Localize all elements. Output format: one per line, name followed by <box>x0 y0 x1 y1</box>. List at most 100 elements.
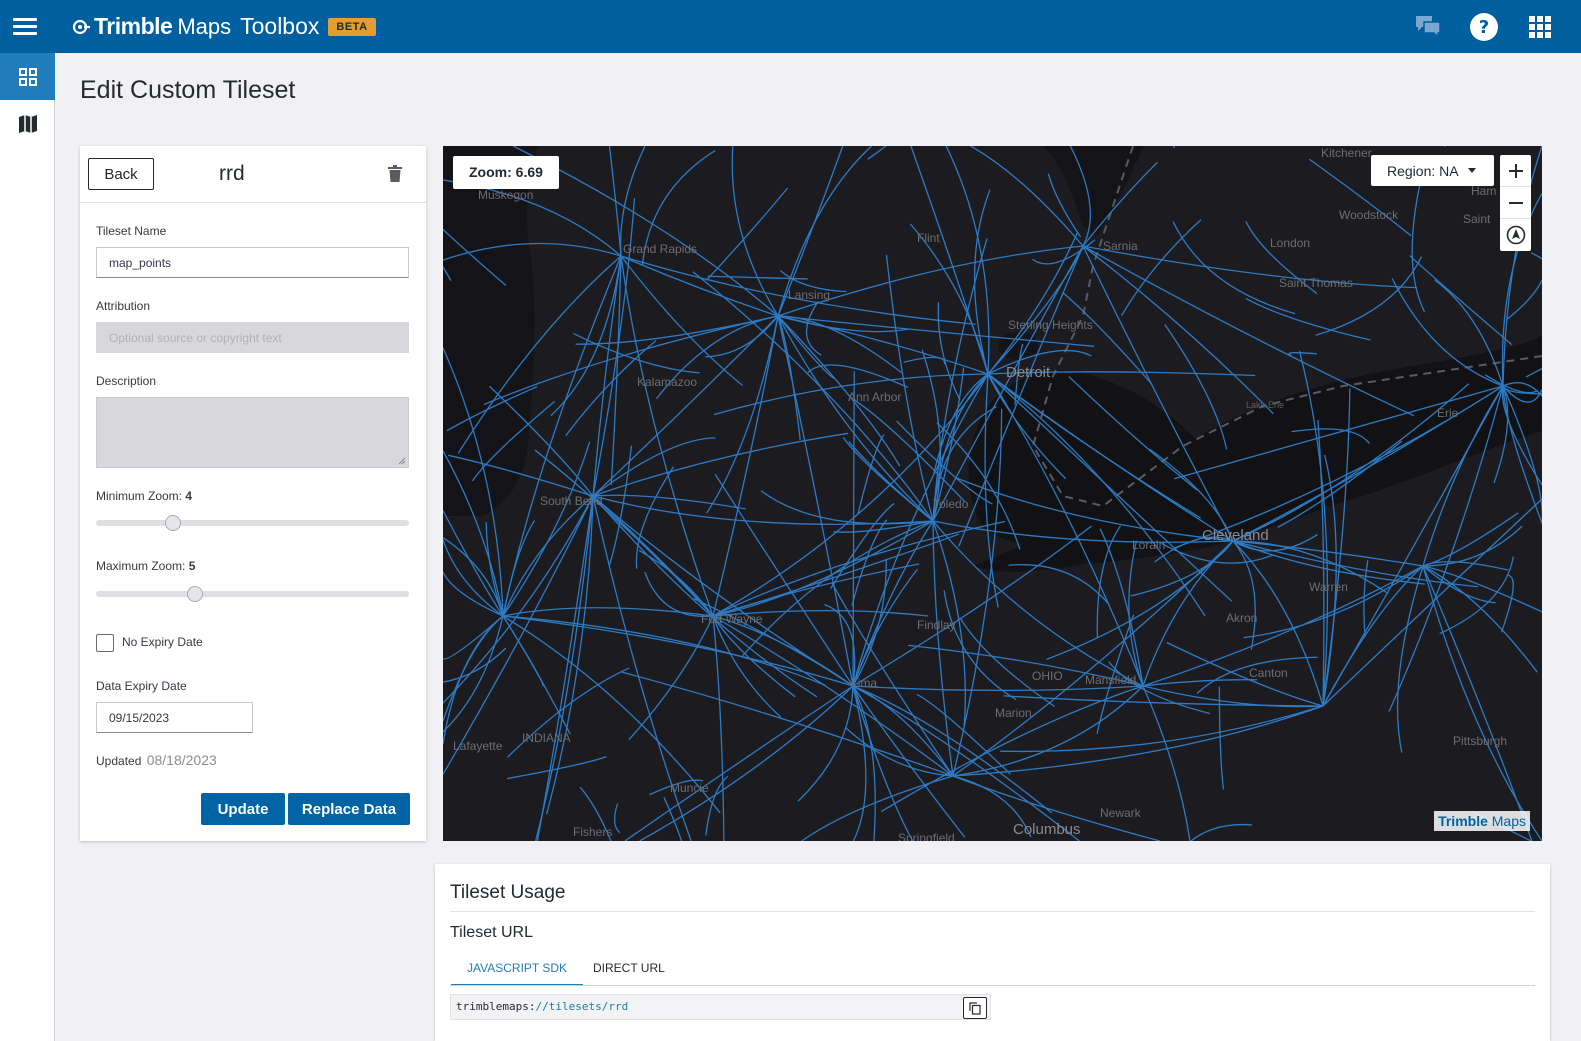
road-line <box>1173 146 1175 149</box>
place-label: Pittsburgh <box>1453 734 1508 748</box>
road-line <box>1232 540 1424 567</box>
road-line <box>620 255 743 386</box>
tileset-name-label: Tileset Name <box>96 224 167 238</box>
brand-logo: Trimble Maps Toolbox BETA <box>71 13 376 40</box>
map-zoom-controls <box>1500 155 1531 251</box>
road-line <box>502 615 826 686</box>
road-line <box>712 615 854 687</box>
min-zoom-value: 4 <box>185 489 193 503</box>
road-line <box>705 315 779 358</box>
road-line <box>742 520 934 656</box>
place-label: OHIO <box>1032 669 1063 683</box>
map-canvas[interactable] <box>443 146 1542 841</box>
min-zoom-slider-thumb[interactable] <box>165 515 181 531</box>
description-textarea[interactable] <box>96 397 409 468</box>
road-line <box>1396 565 1424 753</box>
chevron-down-icon <box>1467 168 1476 173</box>
road-line <box>973 189 991 375</box>
min-zoom-slider[interactable] <box>96 515 409 531</box>
max-zoom-slider-thumb[interactable] <box>187 586 203 602</box>
replace-data-button[interactable]: Replace Data <box>288 793 410 825</box>
road-line <box>619 146 646 257</box>
plus-icon <box>1508 163 1523 178</box>
road-line <box>705 775 729 836</box>
zoom-level-indicator: Zoom: 6.69 <box>453 156 559 189</box>
place-label: INDIANA <box>522 731 571 745</box>
chat-icon[interactable] <box>1413 12 1443 42</box>
place-label: Canton <box>1249 666 1288 680</box>
back-button[interactable]: Back <box>88 158 154 190</box>
road-line <box>945 146 990 375</box>
place-label: Columbus <box>1013 821 1081 838</box>
place-label: Erie <box>1437 406 1459 420</box>
updated-label: Updated <box>96 754 142 768</box>
region-dropdown[interactable]: Region: NA <box>1371 155 1494 186</box>
map-logo-trimble: Trimble <box>1438 813 1488 829</box>
place-label: Newark <box>1100 806 1141 820</box>
road-line <box>443 615 504 722</box>
road-line <box>1232 540 1256 650</box>
road-line <box>705 187 789 281</box>
menu-icon[interactable] <box>13 14 37 39</box>
zoom-in-button[interactable] <box>1500 155 1531 187</box>
place-label: Lorain <box>1132 538 1166 552</box>
tab-direct-url[interactable]: DIRECT URL <box>593 961 665 986</box>
tileset-usage-panel: Tileset Usage Tileset URL JAVASCRIPT SDK… <box>435 864 1550 1041</box>
side-rail <box>0 53 55 1041</box>
road-line <box>1218 686 1225 790</box>
road-line <box>777 315 854 687</box>
update-button[interactable]: Update <box>201 793 285 825</box>
place-label: Findlay <box>917 618 956 632</box>
form-header: Back rrd <box>80 146 426 203</box>
reset-bearing-button[interactable] <box>1500 219 1531 251</box>
trimble-logo-icon <box>72 19 90 34</box>
road-line <box>1128 540 1144 687</box>
road-line <box>1142 685 1191 841</box>
sidebar-item-maps[interactable] <box>0 100 55 147</box>
road-line <box>639 685 854 841</box>
usage-subtitle: Tileset URL <box>450 924 533 941</box>
resize-grip-icon[interactable] <box>398 457 406 465</box>
brand-maps-text: Maps <box>177 13 232 39</box>
map-view[interactable]: Kitchener Muskegon Grand Rapids Flint Sa… <box>443 146 1542 841</box>
place-label: Warren <box>1309 580 1348 594</box>
road-line <box>777 315 902 374</box>
tab-javascript-sdk[interactable]: JAVASCRIPT SDK <box>451 961 584 986</box>
help-icon[interactable]: ? <box>1469 12 1499 42</box>
road-line <box>635 466 675 569</box>
copy-button[interactable] <box>963 997 987 1019</box>
max-zoom-slider[interactable] <box>96 586 409 602</box>
place-label: Akron <box>1226 611 1258 625</box>
place-label: Toledo <box>933 497 969 511</box>
expiry-date-input[interactable]: 09/15/2023 <box>96 702 253 733</box>
no-expiry-checkbox[interactable] <box>96 634 114 652</box>
zoom-out-button[interactable] <box>1500 187 1531 219</box>
trash-icon[interactable] <box>388 165 402 182</box>
tileset-title: rrd <box>219 162 245 185</box>
road-line <box>797 685 854 802</box>
attribution-input[interactable]: Optional source or copyright text <box>96 322 409 353</box>
road-line <box>1000 705 1324 753</box>
place-label: Sarnia <box>1103 239 1138 253</box>
road-line <box>536 495 594 841</box>
place-label: Lima <box>851 676 878 690</box>
updated-date: 08/18/2023 <box>146 752 217 768</box>
place-label: Muncie <box>670 781 709 795</box>
road-line <box>1409 255 1513 345</box>
page-title: Edit Custom Tileset <box>80 76 296 104</box>
min-zoom-label-text: Minimum Zoom: <box>96 489 183 503</box>
road-line <box>937 302 961 401</box>
road-line <box>1121 219 1202 316</box>
place-label: Lafayette <box>453 739 503 753</box>
road-line <box>1190 823 1253 841</box>
tileset-name-input[interactable]: map_points <box>96 247 409 278</box>
apps-grid-icon[interactable] <box>1525 12 1555 42</box>
top-navigation-bar: Trimble Maps Toolbox BETA ? <box>0 0 1581 53</box>
expiry-date-label: Data Expiry Date <box>96 679 187 693</box>
place-label: Flint <box>917 231 940 245</box>
place-label: London <box>1270 236 1311 250</box>
road-line <box>1422 565 1533 841</box>
sidebar-item-dashboard[interactable] <box>0 53 55 100</box>
max-zoom-value: 5 <box>188 559 196 573</box>
place-label: Lansing <box>788 288 831 302</box>
